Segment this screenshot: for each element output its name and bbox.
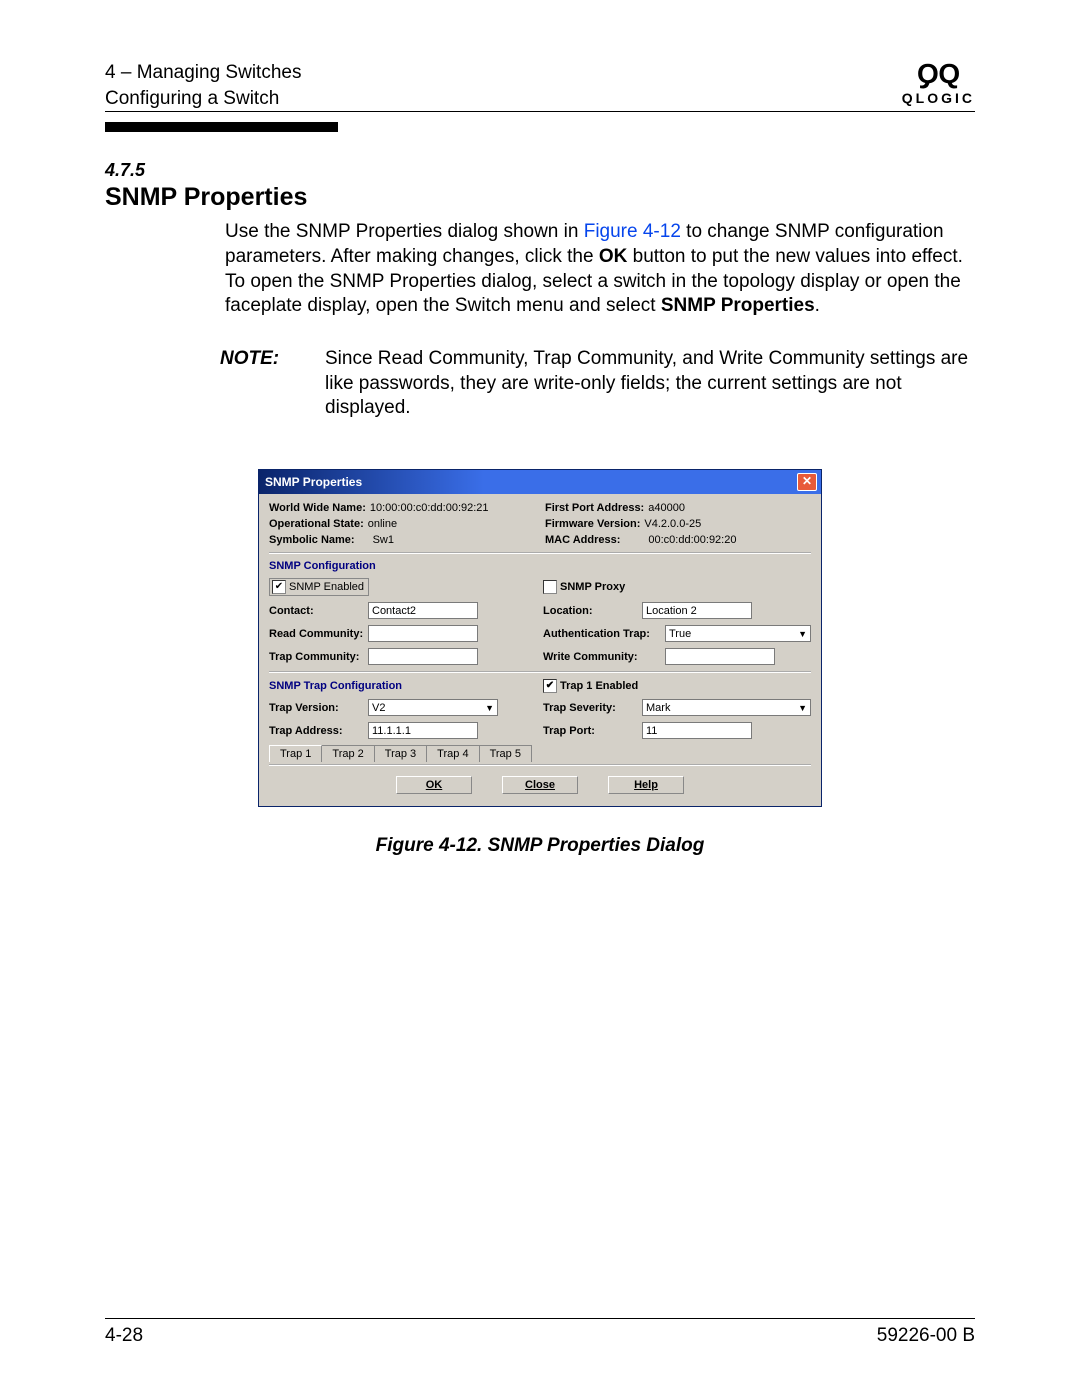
trap-address-input[interactable] — [368, 722, 478, 739]
body-paragraph: Use the SNMP Properties dialog shown in … — [225, 220, 975, 319]
page-footer: 4-28 59226-00 B — [105, 1318, 975, 1347]
trap-version-select[interactable]: V2▼ — [368, 699, 498, 716]
footer-doc-id: 59226-00 B — [877, 1325, 975, 1347]
header-rule — [105, 111, 975, 112]
trap-port-input[interactable] — [642, 722, 752, 739]
note-block: NOTE: Since Read Community, Trap Communi… — [220, 347, 975, 421]
header-black-bar — [105, 122, 338, 132]
tab-trap-5[interactable]: Trap 5 — [479, 745, 532, 762]
trap-community-input[interactable] — [368, 648, 478, 665]
info-op-state: Operational State:online — [269, 518, 535, 530]
tab-trap-4[interactable]: Trap 4 — [426, 745, 479, 762]
info-first-port: First Port Address:a40000 — [545, 502, 811, 514]
figure-caption: Figure 4-12. SNMP Properties Dialog — [105, 835, 975, 857]
page-header-left: 4 – Managing Switches Configuring a Swit… — [105, 60, 301, 111]
check-icon: ✔ — [272, 580, 286, 594]
read-community-input[interactable] — [368, 625, 478, 642]
snmp-proxy-checkbox[interactable]: SNMP Proxy — [543, 580, 625, 594]
contact-input[interactable] — [368, 602, 478, 619]
header-line-1: 4 – Managing Switches — [105, 60, 301, 86]
trap-severity-select[interactable]: Mark▼ — [642, 699, 811, 716]
trap1-enabled-checkbox[interactable]: ✔ Trap 1 Enabled — [543, 679, 638, 693]
dialog-titlebar[interactable]: SNMP Properties ✕ — [259, 470, 821, 494]
info-mac: MAC Address:00:c0:dd:00:92:20 — [545, 534, 811, 546]
info-firmware: Firmware Version:V4.2.0.0-25 — [545, 518, 811, 530]
trap-config-heading: SNMP Trap Configuration — [269, 680, 402, 692]
footer-page-num: 4-28 — [105, 1325, 143, 1347]
close-icon[interactable]: ✕ — [797, 473, 817, 491]
help-button[interactable]: Help — [608, 776, 684, 794]
snmp-enabled-checkbox[interactable]: ✔ SNMP Enabled — [269, 578, 369, 596]
snmp-dialog: SNMP Properties ✕ World Wide Name:10:00:… — [258, 469, 822, 807]
info-wwn: World Wide Name:10:00:00:c0:dd:00:92:21 — [269, 502, 535, 514]
snmp-config-heading: SNMP Configuration — [269, 560, 811, 572]
figure-link[interactable]: Figure 4-12 — [584, 221, 681, 242]
ok-button[interactable]: OK — [396, 776, 472, 794]
header-line-2: Configuring a Switch — [105, 86, 301, 112]
chevron-down-icon: ▼ — [485, 703, 494, 713]
tab-trap-2[interactable]: Trap 2 — [321, 745, 374, 762]
tab-trap-3[interactable]: Trap 3 — [374, 745, 427, 762]
close-button[interactable]: Close — [502, 776, 578, 794]
location-input[interactable] — [642, 602, 752, 619]
brand-text: QLOGIC — [902, 90, 975, 106]
brand-logo: QQ QLOGIC — [902, 60, 975, 106]
note-text: Since Read Community, Trap Community, an… — [325, 347, 975, 421]
chevron-down-icon: ▼ — [798, 703, 807, 713]
auth-trap-select[interactable]: True▼ — [665, 625, 811, 642]
dialog-title: SNMP Properties — [265, 475, 362, 489]
info-symbolic: Symbolic Name:Sw1 — [269, 534, 535, 546]
check-icon: ✔ — [543, 679, 557, 693]
unchecked-icon — [543, 580, 557, 594]
tab-trap-1[interactable]: Trap 1 — [269, 745, 322, 762]
chevron-down-icon: ▼ — [798, 629, 807, 639]
note-label: NOTE: — [220, 347, 305, 421]
section-title: SNMP Properties — [105, 183, 975, 212]
write-community-input[interactable] — [665, 648, 775, 665]
qlogic-icon: QQ — [902, 60, 975, 88]
trap-tabs: Trap 1 Trap 2 Trap 3 Trap 4 Trap 5 — [269, 745, 811, 762]
section-number: 4.7.5 — [105, 160, 975, 181]
